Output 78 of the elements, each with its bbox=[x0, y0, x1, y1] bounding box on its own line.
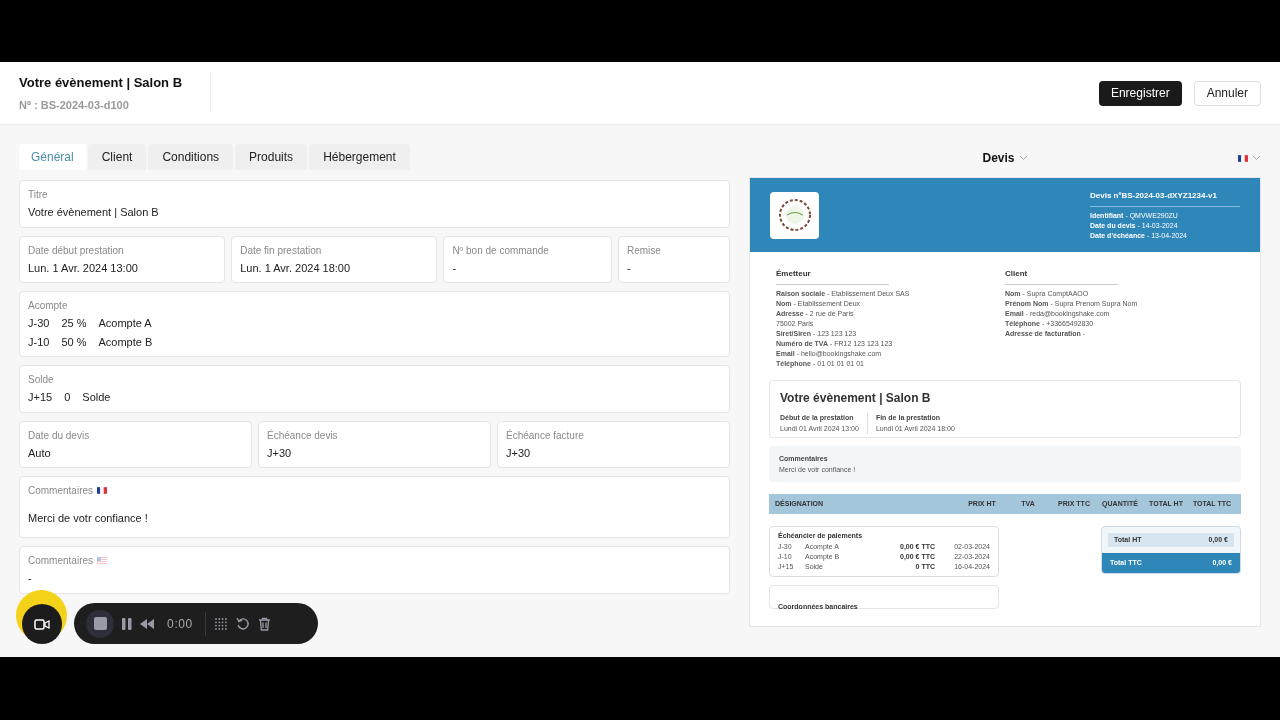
language-select[interactable] bbox=[1238, 154, 1261, 162]
field-value: 50 % bbox=[61, 334, 87, 350]
tab[interactable]: Produits bbox=[235, 144, 308, 170]
flag-icon bbox=[97, 487, 108, 494]
dots-grid-icon bbox=[214, 616, 228, 631]
field-value: Lun. 1 Avr. 2024 13:00 bbox=[28, 260, 139, 276]
video-camera-icon bbox=[34, 618, 50, 630]
form-field[interactable]: Date début prestation Lun. 1 Avr. 2024 13:00 bbox=[19, 235, 226, 283]
field-value: J+30 bbox=[506, 445, 532, 461]
event-title: Votre évènement | Salon B bbox=[780, 390, 932, 407]
field-label: Nº bon de commande bbox=[452, 243, 549, 258]
section-title: Client bbox=[1005, 268, 1118, 285]
refresh-icon bbox=[236, 616, 250, 631]
field-label: Remise bbox=[626, 243, 661, 258]
chevron-icon bbox=[1252, 155, 1261, 161]
field-value: Acompte A bbox=[98, 316, 152, 331]
stop-button[interactable] bbox=[86, 609, 114, 638]
delete-button[interactable] bbox=[258, 616, 271, 631]
rewind-button[interactable] bbox=[140, 618, 155, 629]
field-label: Solde bbox=[28, 373, 54, 387]
field-value: Auto bbox=[28, 445, 52, 461]
flag-icon bbox=[1238, 154, 1248, 162]
grid-button[interactable] bbox=[214, 616, 228, 631]
form-field[interactable]: Solde J+15 0 Solde bbox=[19, 365, 730, 413]
form-field[interactable]: Date du devis Auto bbox=[19, 420, 252, 468]
cancel-button[interactable]: Annuler bbox=[1193, 80, 1261, 106]
field-label: Date fin prestation bbox=[240, 243, 322, 258]
field-value: Merci de votr confiance ! bbox=[28, 511, 149, 526]
pause-icon bbox=[122, 617, 132, 630]
tab[interactable]: Général bbox=[19, 144, 86, 170]
field-label: Date du devis bbox=[28, 428, 90, 443]
field-value: J+30 bbox=[267, 445, 293, 461]
field-value: 25 % bbox=[61, 316, 87, 331]
pause-button[interactable] bbox=[122, 617, 132, 630]
page-title: Votre évènement | Salon B bbox=[19, 74, 183, 92]
logo-icon bbox=[770, 191, 819, 239]
field-label: Échéance facture bbox=[506, 428, 584, 443]
field-value: Votre évènement | Salon B bbox=[28, 205, 160, 220]
recording-time: 0:00 bbox=[166, 615, 194, 633]
field-label: Échéance devis bbox=[267, 428, 338, 443]
flag-icon bbox=[97, 557, 108, 564]
form-field[interactable]: Échéance devis J+30 bbox=[258, 420, 491, 468]
field-label: Commentaires bbox=[28, 484, 94, 498]
tab[interactable]: Client bbox=[87, 144, 147, 170]
field-value: Acompte B bbox=[98, 334, 153, 350]
chevron-icon bbox=[1018, 155, 1028, 161]
stop-icon bbox=[93, 617, 107, 630]
field-value: J-30 bbox=[28, 316, 50, 331]
section-title: Émetteur bbox=[776, 268, 889, 285]
field-value: J-10 bbox=[28, 334, 50, 350]
field-value: Solde bbox=[82, 390, 111, 405]
trash-icon bbox=[258, 616, 271, 631]
field-label: Date début prestation bbox=[28, 243, 124, 258]
field-value: J+15 bbox=[28, 390, 53, 405]
form-field[interactable]: Commentaires Merci de votr confiance ! bbox=[19, 476, 730, 538]
field-value: 0 bbox=[64, 390, 71, 405]
field-value: - bbox=[452, 260, 458, 276]
rewind-icon bbox=[140, 618, 155, 629]
form-field[interactable]: Titre Votre évènement | Salon B bbox=[19, 180, 730, 228]
form-field[interactable]: Échéance facture J+30 bbox=[497, 420, 730, 468]
form-field[interactable]: Nº bon de commande - bbox=[443, 235, 612, 283]
tab[interactable]: Hébergement bbox=[309, 144, 410, 170]
save-button[interactable]: Enregistrer bbox=[1098, 80, 1182, 106]
field-value: - bbox=[626, 260, 632, 276]
document-title: Devis nºBS-2024-03-dXYZ1234-v1 bbox=[1090, 189, 1240, 207]
form-field[interactable]: Remise - bbox=[617, 235, 730, 283]
form-field[interactable]: Commentaires - bbox=[19, 546, 730, 594]
restart-button[interactable] bbox=[236, 616, 250, 631]
field-value: - bbox=[28, 571, 33, 586]
field-label: Titre bbox=[28, 188, 48, 202]
form-field[interactable]: Acompte J-30 25 % Acompte A J-10 50 % Acompte B bbox=[19, 291, 730, 357]
tab[interactable]: Conditions bbox=[148, 144, 234, 170]
document-type-select[interactable]: Devis bbox=[982, 149, 1028, 167]
field-label: Acompte bbox=[28, 299, 68, 313]
form-field[interactable]: Date fin prestation Lun. 1 Avr. 2024 18:00 bbox=[231, 235, 438, 283]
document-number: Nº : BS-2024-03-d100 bbox=[19, 97, 130, 113]
field-value: Lun. 1 Avr. 2024 18:00 bbox=[240, 260, 352, 276]
field-label: Commentaires bbox=[28, 554, 94, 568]
